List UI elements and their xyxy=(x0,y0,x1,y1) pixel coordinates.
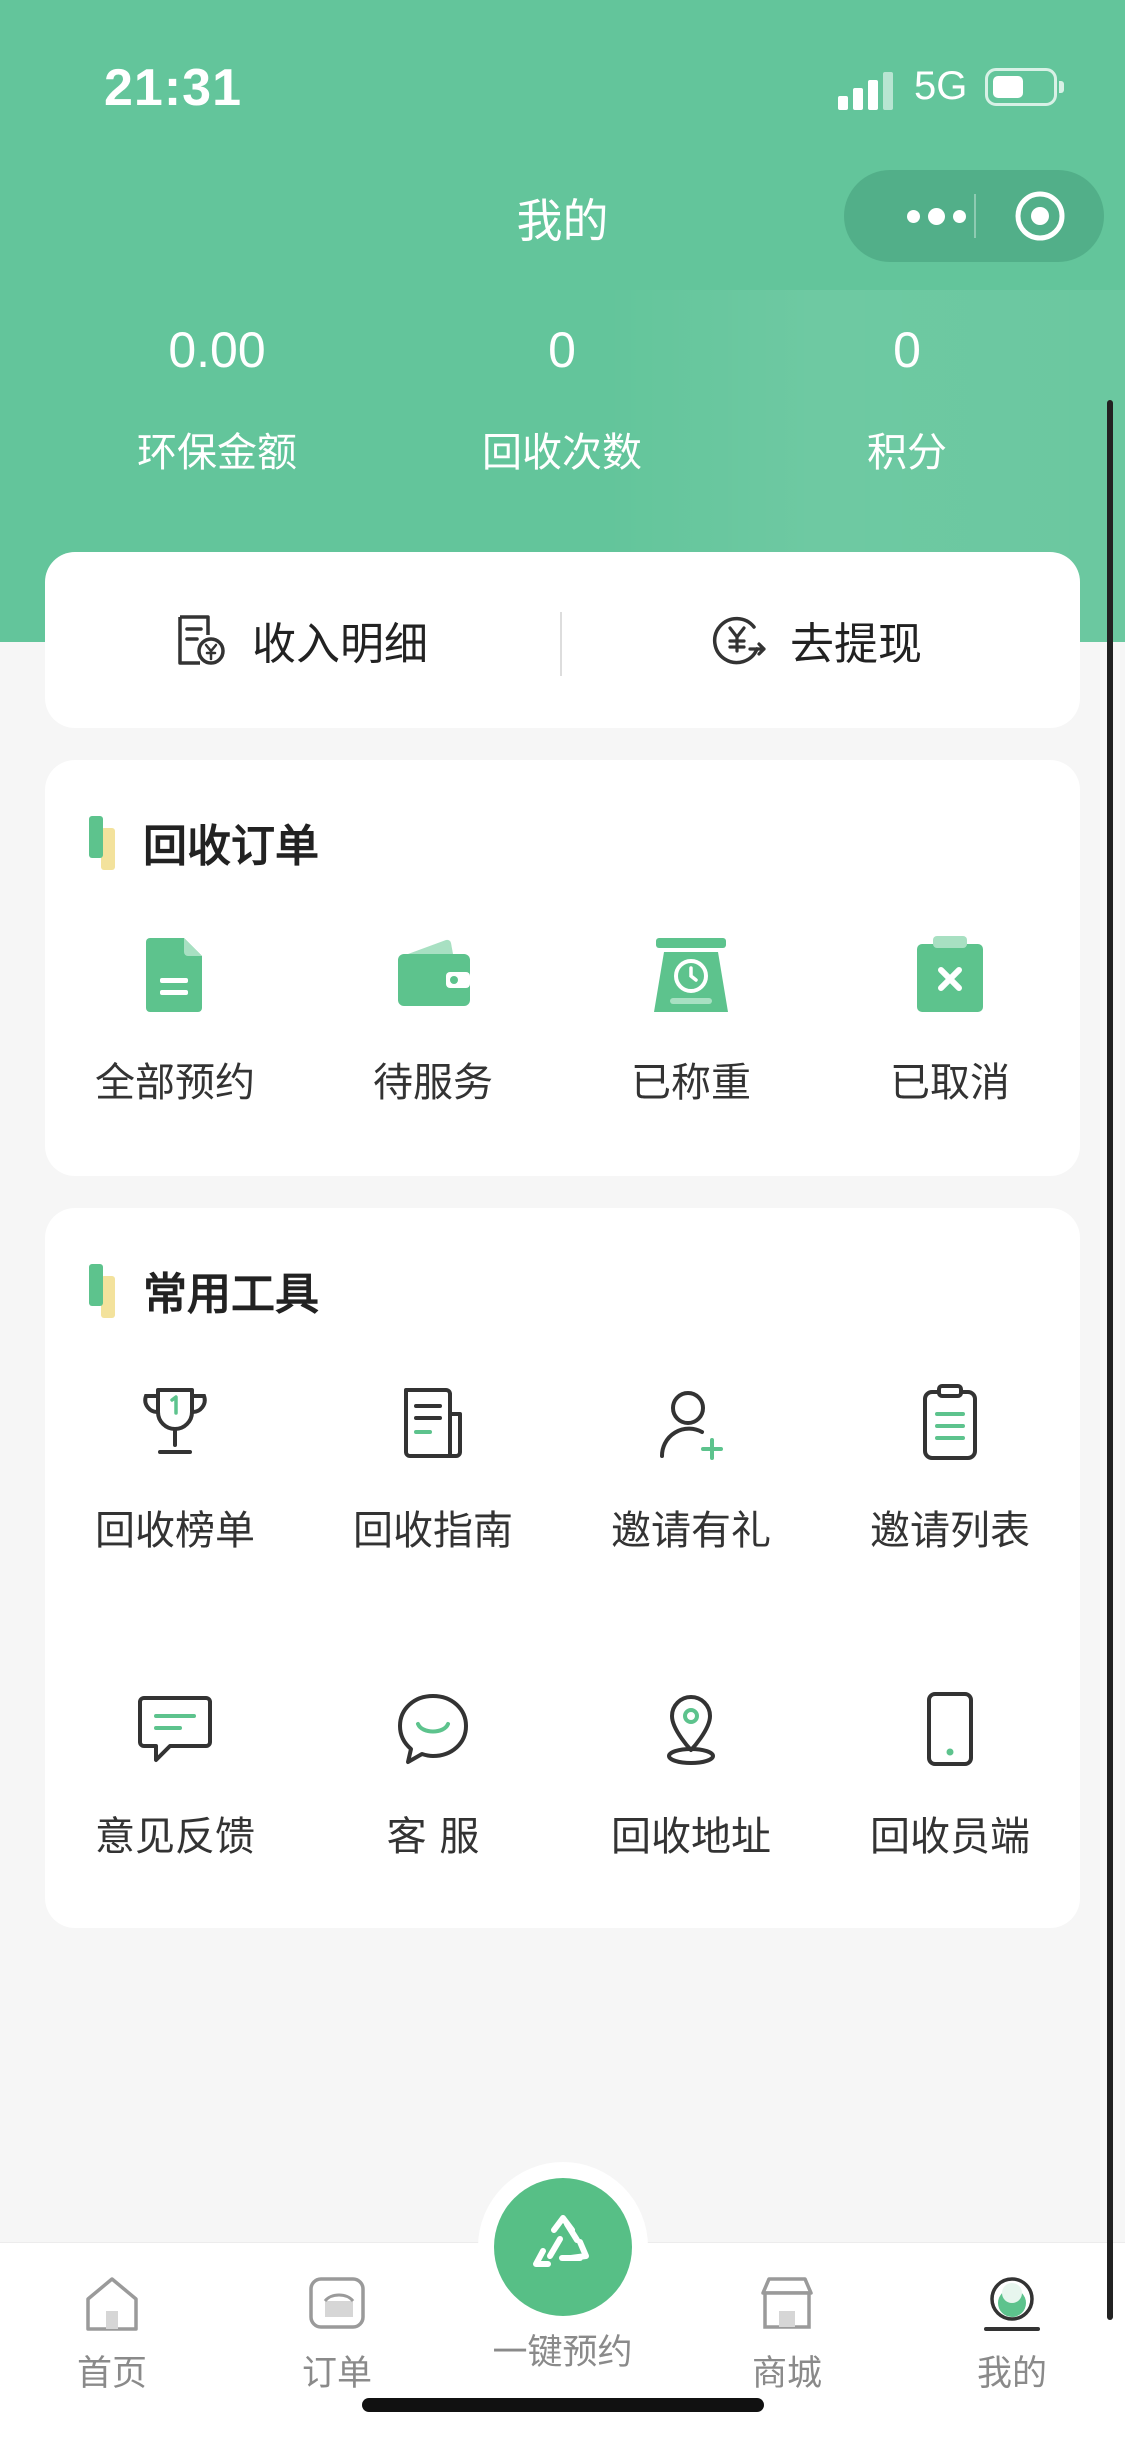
guide-icon xyxy=(404,1388,462,1458)
tab-profile-label: 我的 xyxy=(976,2354,1047,2394)
tool-ranking-label: 回收榜单 xyxy=(95,1508,255,1554)
scrollbar[interactable] xyxy=(1107,400,1113,2320)
tab-profile[interactable]: 我的 xyxy=(932,2271,1092,2396)
orders-icon xyxy=(309,2277,365,2329)
tool-invite-label: 邀请有礼 xyxy=(611,1508,771,1554)
section-marker xyxy=(89,1264,119,1318)
tools-card: 常用工具 回收榜单 回收指南 邀请有礼 邀请列表 意见反馈 客 服 回收地址 回… xyxy=(45,1208,1080,1928)
tool-guide-button[interactable]: 回收指南 xyxy=(303,1378,563,1556)
tool-invite-list-label: 邀请列表 xyxy=(870,1508,1030,1554)
orders-card: 回收订单 全部预约 待服务 已称重 已取消 xyxy=(45,760,1080,1176)
stat-label: 回收次数 xyxy=(482,430,642,476)
stat-label: 环保金额 xyxy=(137,430,297,476)
income-card: 收入明细 去提现 xyxy=(45,552,1080,728)
order-all-button[interactable]: 全部预约 xyxy=(45,930,305,1108)
income-detail-button[interactable]: 收入明细 xyxy=(170,552,428,728)
network-type: 5G xyxy=(914,64,968,108)
stat-recycle-count[interactable]: 0 回收次数 xyxy=(402,320,722,478)
order-pending-button[interactable]: 待服务 xyxy=(303,930,563,1108)
tab-store[interactable]: 商城 xyxy=(707,2271,867,2396)
tool-service-button[interactable]: 客 服 xyxy=(303,1684,563,1862)
battery-icon xyxy=(985,68,1064,106)
tool-address-button[interactable]: 回收地址 xyxy=(561,1684,821,1862)
stat-label: 积分 xyxy=(867,430,947,476)
tool-service-label: 客 服 xyxy=(386,1814,480,1860)
tab-home-label: 首页 xyxy=(76,2354,147,2394)
stat-value: 0 xyxy=(548,322,576,378)
capsule-divider xyxy=(974,194,976,238)
tab-orders[interactable]: 订单 xyxy=(257,2271,417,2396)
order-pending-label: 待服务 xyxy=(373,1060,493,1106)
customer-service-icon xyxy=(398,1694,468,1764)
tool-collector-button[interactable]: 回收员端 xyxy=(820,1684,1080,1862)
tab-orders-label: 订单 xyxy=(301,2354,372,2394)
order-cancelled-label: 已取消 xyxy=(890,1060,1010,1106)
tool-invite-list-button[interactable]: 邀请列表 xyxy=(820,1378,1080,1556)
withdraw-button[interactable]: 去提现 xyxy=(710,552,922,728)
tool-address-label: 回收地址 xyxy=(611,1814,771,1860)
invite-user-icon xyxy=(659,1391,723,1460)
status-time: 21:31 xyxy=(104,59,242,117)
wallet-icon xyxy=(398,939,470,1006)
section-marker xyxy=(89,816,119,870)
trophy-icon xyxy=(143,1388,207,1454)
home-icon xyxy=(86,2277,138,2331)
order-weighed-label: 已称重 xyxy=(631,1060,751,1106)
miniprogram-capsule xyxy=(844,170,1104,262)
cancel-clipboard-icon xyxy=(917,936,983,1012)
tool-invite-button[interactable]: 邀请有礼 xyxy=(561,1378,821,1556)
tool-collector-label: 回收员端 xyxy=(870,1814,1030,1860)
tool-feedback-label: 意见反馈 xyxy=(95,1814,255,1860)
bill-icon xyxy=(178,615,225,665)
stat-points[interactable]: 0 积分 xyxy=(747,320,1067,478)
stat-value: 0 xyxy=(893,322,921,378)
profile-icon xyxy=(984,2277,1040,2331)
income-divider xyxy=(560,612,562,676)
tool-feedback-button[interactable]: 意见反馈 xyxy=(45,1684,305,1862)
clipboard-list-icon xyxy=(923,1384,977,1460)
order-all-label: 全部预约 xyxy=(95,1060,255,1106)
status-bar: 21:31 5G xyxy=(0,0,1125,180)
stat-eco-amount[interactable]: 0.00 环保金额 xyxy=(57,320,377,478)
document-icon xyxy=(146,938,202,1012)
withdraw-label: 去提现 xyxy=(790,619,922,670)
tool-ranking-button[interactable]: 回收榜单 xyxy=(45,1378,305,1556)
withdraw-icon xyxy=(712,616,766,665)
tools-title: 常用工具 xyxy=(143,1269,319,1320)
orders-title: 回收订单 xyxy=(143,821,319,872)
tab-book-label: 一键预约 xyxy=(492,2333,633,2373)
recycle-icon xyxy=(533,2215,589,2267)
location-icon xyxy=(667,1695,715,1765)
orders-section-title: 回收订单 xyxy=(89,810,319,874)
tool-guide-label: 回收指南 xyxy=(353,1508,513,1554)
order-weighed-button[interactable]: 已称重 xyxy=(561,930,821,1108)
scale-icon xyxy=(654,938,728,1012)
close-target-icon[interactable] xyxy=(1014,190,1066,242)
home-indicator[interactable] xyxy=(362,2398,764,2412)
order-cancelled-button[interactable]: 已取消 xyxy=(820,930,1080,1108)
income-detail-label: 收入明细 xyxy=(252,619,428,670)
tab-book-button[interactable] xyxy=(494,2178,632,2316)
tools-section-title: 常用工具 xyxy=(89,1258,319,1322)
phone-icon xyxy=(927,1692,973,1766)
signal-icon xyxy=(838,70,898,110)
more-options-icon[interactable] xyxy=(886,170,986,262)
store-icon xyxy=(761,2277,813,2329)
stat-value: 0.00 xyxy=(168,322,266,378)
tab-store-label: 商城 xyxy=(751,2354,822,2394)
feedback-icon xyxy=(138,1696,212,1762)
tab-home[interactable]: 首页 xyxy=(32,2271,192,2396)
